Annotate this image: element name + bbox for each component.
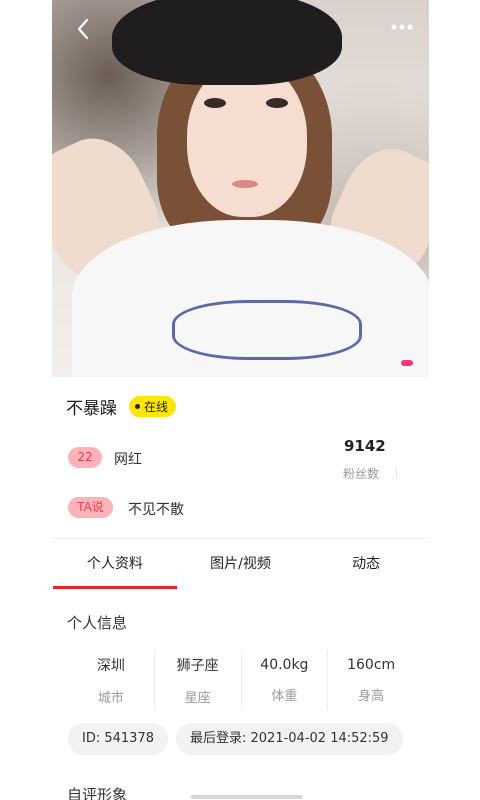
- header-divider: [52, 538, 429, 539]
- info-value: 狮子座: [176, 657, 219, 674]
- last-login-chip: 最后登录: 2021-04-02 14:52:59: [176, 723, 403, 755]
- home-indicator[interactable]: [191, 795, 303, 799]
- profile-photo[interactable]: [52, 0, 429, 377]
- online-status-label: 在线: [144, 400, 169, 414]
- occupation-tag: 网红: [114, 452, 142, 468]
- tab-profile-info[interactable]: 个人资料: [52, 540, 178, 590]
- back-button[interactable]: [68, 14, 98, 44]
- info-constellation: 狮子座 星座: [153, 650, 241, 710]
- ta-says-text: 不见不散: [128, 502, 184, 518]
- chevron-left-icon: [77, 18, 89, 40]
- tab-photos-videos[interactable]: 图片/视频: [178, 540, 304, 590]
- info-value: 40.0kg: [260, 656, 309, 673]
- info-height: 160cm 身高: [327, 650, 414, 710]
- fans-label: 粉丝数: [343, 467, 380, 481]
- name-row: 不暴躁 在线: [66, 394, 177, 419]
- profile-page: 不暴躁 在线 22 网红 9142 粉丝数 TA说 不见不散 个人资料 图片/视…: [52, 0, 429, 800]
- fans-separator: [396, 468, 397, 478]
- info-label: 城市: [97, 690, 124, 706]
- info-value: 160cm: [347, 656, 396, 673]
- ta-says-badge: TA说: [68, 497, 113, 518]
- profile-name: 不暴躁: [66, 399, 117, 419]
- self-image-title: 自评形象: [67, 786, 128, 800]
- profile-tabs: 个人资料 图片/视频 动态: [52, 540, 429, 590]
- left-margin: [0, 0, 52, 800]
- personal-info-grid: 深圳 城市 狮子座 星座 40.0kg 体重 160cm 身高: [68, 650, 414, 710]
- age-badge: 22: [68, 447, 102, 468]
- tab-moments[interactable]: 动态: [303, 540, 429, 590]
- info-label: 星座: [184, 690, 211, 706]
- more-button[interactable]: [387, 14, 417, 40]
- right-margin: [429, 0, 480, 800]
- info-label: 体重: [271, 688, 298, 704]
- fans-count[interactable]: 9142: [344, 437, 386, 455]
- more-dots-icon: [391, 24, 413, 30]
- online-dot-icon: [135, 404, 140, 409]
- info-city: 深圳 城市: [68, 650, 154, 710]
- personal-info-title: 个人信息: [67, 614, 128, 632]
- info-weight: 40.0kg 体重: [240, 650, 328, 710]
- info-label: 身高: [358, 688, 385, 704]
- photo-page-indicator: [401, 360, 413, 366]
- user-id-chip: ID: 541378: [68, 723, 168, 755]
- online-status-badge: 在线: [129, 396, 177, 417]
- info-value: 深圳: [96, 657, 125, 674]
